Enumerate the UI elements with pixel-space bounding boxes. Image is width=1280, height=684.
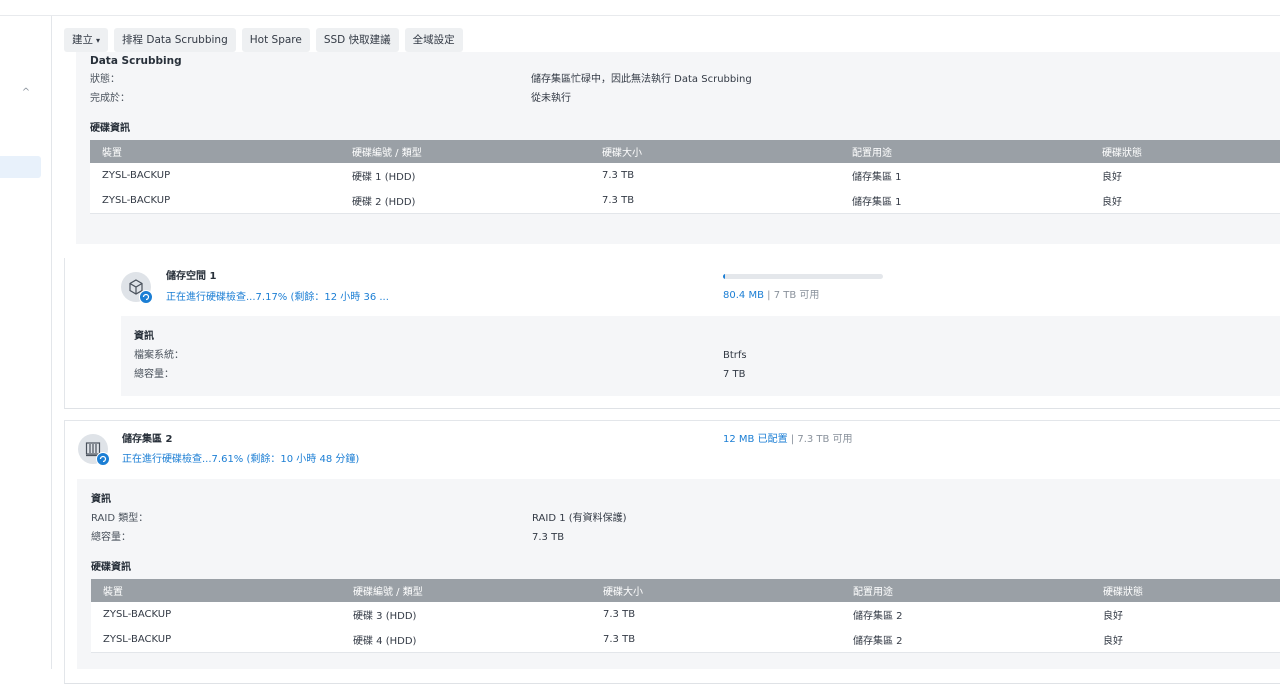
col-device[interactable]: 裝置 (91, 579, 341, 602)
volume-capacity-value: 7 TB (723, 369, 746, 380)
cell-disk-status: 良好 (1090, 163, 1280, 188)
cell-allocation: 儲存集區 1 (840, 163, 1090, 188)
col-disk-status[interactable]: 硬碟狀態 (1091, 579, 1280, 602)
top-bar (0, 0, 1280, 16)
pool-capacity-label: 總容量： (91, 532, 131, 543)
storage-pool-icon (78, 434, 110, 466)
volume1-info-panel: 資訊 檔案系統： Btrfs 總容量： 7 TB (121, 316, 1280, 396)
pool1-disk-table: 裝置 硬碟編號 / 類型 硬碟大小 配置用途 硬碟狀態 ZYSL-BACKUP … (90, 140, 1280, 214)
cell-disk-number: 硬碟 4 (HDD) (341, 627, 591, 653)
volume-check-progress: 正在進行硬碟檢查...7.17% (剩餘：12 小時 36 ... (166, 292, 389, 303)
storage-pool-2-card[interactable]: 儲存集區 2 正在進行硬碟檢查...7.61% (剩餘：10 小時 48 分鐘)… (64, 420, 1280, 684)
create-button[interactable]: 建立 ▾ (64, 28, 109, 52)
volume-name[interactable]: 儲存空間 1 (166, 270, 216, 284)
volume-1-card[interactable]: 儲存空間 1 正在進行硬碟檢查...7.17% (剩餘：12 小時 36 ...… (64, 258, 1280, 409)
table-header-row: 裝置 硬碟編號 / 類型 硬碟大小 配置用途 硬碟狀態 (91, 579, 1280, 602)
main-content: 建立 ▾ 排程 Data Scrubbing Hot Spare SSD 快取建議… (64, 16, 1280, 684)
ssd-cache-advisor-button[interactable]: SSD 快取建議 (315, 28, 399, 52)
usage-separator: | (790, 434, 795, 445)
volume-info-title: 資訊 (134, 331, 154, 342)
disk-info-title: 硬碟資訊 (91, 562, 131, 573)
col-allocation[interactable]: 配置用途 (841, 579, 1091, 602)
global-settings-button[interactable]: 全域設定 (404, 28, 463, 52)
volume-usage-fill (723, 274, 725, 279)
toolbar: 建立 ▾ 排程 Data Scrubbing Hot Spare SSD 快取建議… (64, 28, 463, 52)
cell-disk-number: 硬碟 2 (HDD) (340, 188, 590, 214)
col-disk-size[interactable]: 硬碟大小 (590, 140, 840, 163)
table-row[interactable]: ZYSL-BACKUP 硬碟 2 (HDD) 7.3 TB 儲存集區 1 良好 (90, 188, 1280, 214)
sync-badge-icon (96, 452, 110, 466)
cell-device: ZYSL-BACKUP (91, 602, 341, 627)
cell-device: ZYSL-BACKUP (90, 163, 340, 188)
table-row[interactable]: ZYSL-BACKUP 硬碟 3 (HDD) 7.3 TB 儲存集區 2 良好 (91, 602, 1280, 627)
filesystem-label: 檔案系統： (134, 350, 184, 361)
scrub-status-value: 儲存集區忙碌中，因此無法執行 Data Scrubbing (531, 74, 752, 85)
cell-disk-number: 硬碟 1 (HDD) (340, 163, 590, 188)
pool-name[interactable]: 儲存集區 2 (122, 433, 172, 447)
pool-capacity-value: 7.3 TB (532, 532, 565, 543)
table-row[interactable]: ZYSL-BACKUP 硬碟 1 (HDD) 7.3 TB 儲存集區 1 良好 (90, 163, 1280, 188)
schedule-scrubbing-button[interactable]: 排程 Data Scrubbing (114, 28, 236, 52)
sidebar-item-active[interactable] (0, 156, 41, 178)
filesystem-value: Btrfs (723, 350, 747, 361)
table-header-row: 裝置 硬碟編號 / 類型 硬碟大小 配置用途 硬碟狀態 (90, 140, 1280, 163)
volume-capacity-label: 總容量： (134, 369, 174, 380)
col-disk-number[interactable]: 硬碟編號 / 類型 (340, 140, 590, 163)
cell-disk-status: 良好 (1091, 627, 1280, 653)
caret-down-icon: ▾ (96, 36, 101, 45)
scrub-completed-label: 完成於： (90, 93, 130, 104)
data-scrubbing-title: Data Scrubbing (90, 55, 182, 67)
scrub-completed-value: 從未執行 (531, 93, 571, 104)
cell-allocation: 儲存集區 2 (841, 627, 1091, 653)
raid-type-label: RAID 類型： (91, 513, 149, 524)
sync-badge-icon (139, 290, 153, 304)
volume-usage-text: 80.4 MB | 7 TB 可用 (723, 289, 819, 303)
pool2-detail-panel: 資訊 RAID 類型： RAID 1 (有資料保護) 總容量： 7.3 TB 硬… (77, 479, 1280, 669)
cell-device: ZYSL-BACKUP (91, 627, 341, 653)
cell-disk-number: 硬碟 3 (HDD) (341, 602, 591, 627)
cell-allocation: 儲存集區 2 (841, 602, 1091, 627)
volume-available: 7 TB 可用 (773, 290, 820, 301)
cell-disk-size: 7.3 TB (591, 627, 841, 653)
pool-check-progress: 正在進行硬碟檢查...7.61% (剩餘：10 小時 48 分鐘) (122, 454, 360, 465)
cell-disk-size: 7.3 TB (591, 602, 841, 627)
cell-disk-status: 良好 (1091, 602, 1280, 627)
cell-device: ZYSL-BACKUP (90, 188, 340, 214)
table-row[interactable]: ZYSL-BACKUP 硬碟 4 (HDD) 7.3 TB 儲存集區 2 良好 (91, 627, 1280, 653)
scrub-status-label: 狀態： (90, 74, 120, 85)
col-disk-number[interactable]: 硬碟編號 / 類型 (341, 579, 591, 602)
cell-disk-status: 良好 (1090, 188, 1280, 214)
col-device[interactable]: 裝置 (90, 140, 340, 163)
pool2-disk-table: 裝置 硬碟編號 / 類型 硬碟大小 配置用途 硬碟狀態 ZYSL-BACKUP … (91, 579, 1280, 653)
sidebar: ^ (0, 16, 52, 669)
pool-available: 7.3 TB 可用 (797, 434, 853, 445)
create-button-label: 建立 (72, 34, 93, 46)
usage-separator: | (767, 290, 771, 301)
raid-type-value: RAID 1 (有資料保護) (532, 513, 627, 524)
volume-usage-bar (723, 274, 883, 279)
volume-used: 80.4 MB (723, 290, 764, 301)
pool1-detail-panel: Data Scrubbing 狀態： 儲存集區忙碌中，因此無法執行 Data S… (76, 52, 1280, 244)
chevron-up-icon[interactable]: ^ (19, 86, 33, 100)
col-disk-size[interactable]: 硬碟大小 (591, 579, 841, 602)
pool-info-title: 資訊 (91, 494, 111, 505)
cell-allocation: 儲存集區 1 (840, 188, 1090, 214)
storage-pool-1-card: Data Scrubbing 狀態： 儲存集區忙碌中，因此無法執行 Data S… (64, 52, 1280, 259)
col-allocation[interactable]: 配置用途 (840, 140, 1090, 163)
disk-info-title: 硬碟資訊 (90, 123, 130, 134)
cell-disk-size: 7.3 TB (590, 188, 840, 214)
volume-cube-icon (121, 272, 153, 304)
col-disk-status[interactable]: 硬碟狀態 (1090, 140, 1280, 163)
pool-allocated: 12 MB 已配置 (723, 434, 788, 445)
hot-spare-button[interactable]: Hot Spare (241, 28, 310, 52)
pool-usage-text: 12 MB 已配置 | 7.3 TB 可用 (723, 433, 853, 447)
cell-disk-size: 7.3 TB (590, 163, 840, 188)
